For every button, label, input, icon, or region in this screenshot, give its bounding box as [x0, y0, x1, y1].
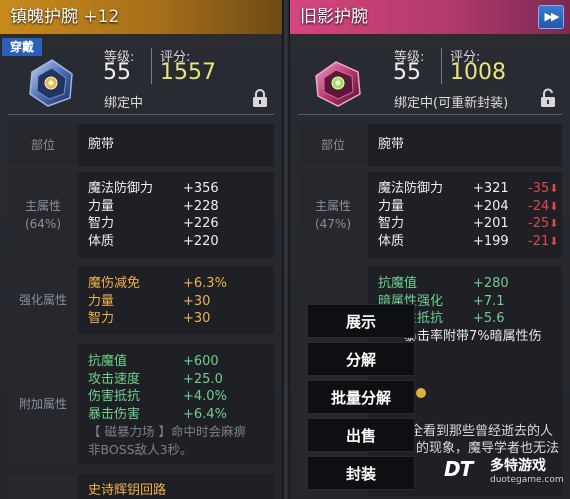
- menu-item-sell[interactable]: 出售: [307, 418, 415, 452]
- enhance-attr-label: 强化属性: [8, 266, 78, 334]
- action-menu: 展示 分解 批量分解 出售 封装: [307, 304, 415, 494]
- slot-section: 部位 腕带: [298, 124, 562, 166]
- item-tooltip-equipped: 镇魄护腕 +12 穿戴 等级: 评分: 55 1557 绑定中 部位 腕带 主属…: [0, 0, 282, 499]
- slot-value: 腕带: [88, 137, 115, 152]
- arrow-down-icon: ⬇: [549, 182, 559, 195]
- lock-icon[interactable]: [250, 88, 270, 108]
- attr-row: 抗魔值 +600: [88, 354, 219, 369]
- slot-label: 部位: [8, 124, 78, 166]
- attr-row: 暴击伤害 +6.4%: [88, 406, 227, 422]
- watermark-logo: DT: [444, 457, 473, 481]
- score-value: 1008: [450, 60, 506, 85]
- attr-row: 攻击速度 +25.0: [88, 371, 223, 387]
- slot-value: 腕带: [378, 137, 405, 152]
- main-attr-section: 主属性 (47%) 魔法防御力 +321 -35 ⬇ 力量 +204 -24 ⬇ 智力 +201…: [298, 172, 562, 258]
- item-title: 镇魄护腕: [10, 7, 78, 27]
- attr-row: 体质 +220: [88, 233, 219, 249]
- extra-attr-label: 附加属性: [8, 344, 78, 464]
- attr-row: 力量 +204 -24 ⬇: [378, 198, 559, 214]
- set-section: 史诗辉钥回路: [8, 474, 274, 499]
- unlock-icon[interactable]: [538, 88, 558, 108]
- item-title-bar: 镇魄护腕 +12: [0, 0, 282, 34]
- attr-row: 体质 +199 -21 ⬇: [378, 233, 559, 249]
- slot-label: 部位: [298, 124, 368, 166]
- watermark-text: 多特游戏: [490, 458, 546, 474]
- attr-row: 智力 +226: [88, 216, 219, 231]
- enhance-attr-section: 强化属性 魔伤减免 +6.3% 力量 +30 智力 +30: [8, 266, 274, 334]
- binding-status: 绑定中: [104, 96, 144, 111]
- panel-divider: [282, 0, 290, 499]
- attr-row: 力量 +228: [88, 198, 219, 214]
- main-attr-section: 主属性 (64%) 魔法防御力 +356 力量 +228 智力 +226 体质 +220: [8, 172, 274, 258]
- header-divider: [8, 114, 274, 115]
- skill-note: 【 磁暴力场 】命中时会麻痹: [88, 424, 246, 439]
- attr-row: 魔法防御力 +356: [88, 181, 219, 196]
- item-title: 旧影护腕: [300, 7, 368, 27]
- menu-item-disassemble[interactable]: 分解: [307, 342, 415, 376]
- fast-forward-icon[interactable]: ▶▶: [538, 5, 564, 29]
- level-value: 55: [393, 60, 421, 85]
- attr-row: 伤害抵抗 +4.0%: [88, 389, 227, 404]
- main-attr-label: 主属性 (64%): [8, 172, 78, 258]
- watermark-url: duotegame.com: [490, 475, 564, 485]
- item-title-bar: 旧影护腕: [290, 0, 570, 34]
- score-value: 1557: [160, 60, 216, 85]
- attr-row: 抗魔值 +280: [378, 276, 509, 291]
- arrow-down-icon: ⬇: [549, 199, 559, 213]
- attr-row: 智力 +30: [88, 311, 211, 326]
- menu-item-seal[interactable]: 封装: [307, 456, 415, 490]
- attr-row: 智力 +201 -25 ⬇: [378, 216, 559, 231]
- bracer-icon: [315, 61, 361, 107]
- attr-row: 魔伤减免 +6.3%: [88, 276, 227, 291]
- stat-divider: [441, 48, 442, 84]
- set-name: 史诗辉钥回路: [88, 483, 167, 498]
- attr-row: 力量 +30: [88, 293, 211, 309]
- slot-section: 部位 腕带: [8, 124, 274, 166]
- extra-attr-section: 附加属性 抗魔值 +600 攻击速度 +25.0 伤害抵抗 +4.0% 暴击伤害 +6.…: [8, 344, 274, 464]
- binding-status: 绑定中(可重新封装): [394, 96, 509, 111]
- level-value: 55: [103, 60, 131, 85]
- stat-divider: [151, 48, 152, 84]
- skill-note: 非BOSS敌人3秒。: [88, 441, 193, 457]
- arrow-down-icon: ⬇: [549, 234, 559, 248]
- menu-item-display[interactable]: 展示: [307, 304, 415, 338]
- watermark: DT 多特游戏 duotegame.com: [444, 451, 564, 495]
- attr-row: 魔法防御力 +321 -35 ⬇: [378, 181, 559, 196]
- gem-icon: [416, 388, 426, 398]
- enhance-level: +12: [83, 7, 120, 27]
- menu-item-batch-disassemble[interactable]: 批量分解: [307, 380, 415, 414]
- header-divider: [298, 114, 562, 115]
- arrow-down-icon: ⬇: [549, 217, 559, 230]
- main-attr-label: 主属性 (47%): [298, 172, 368, 258]
- bracer-icon: [29, 59, 73, 107]
